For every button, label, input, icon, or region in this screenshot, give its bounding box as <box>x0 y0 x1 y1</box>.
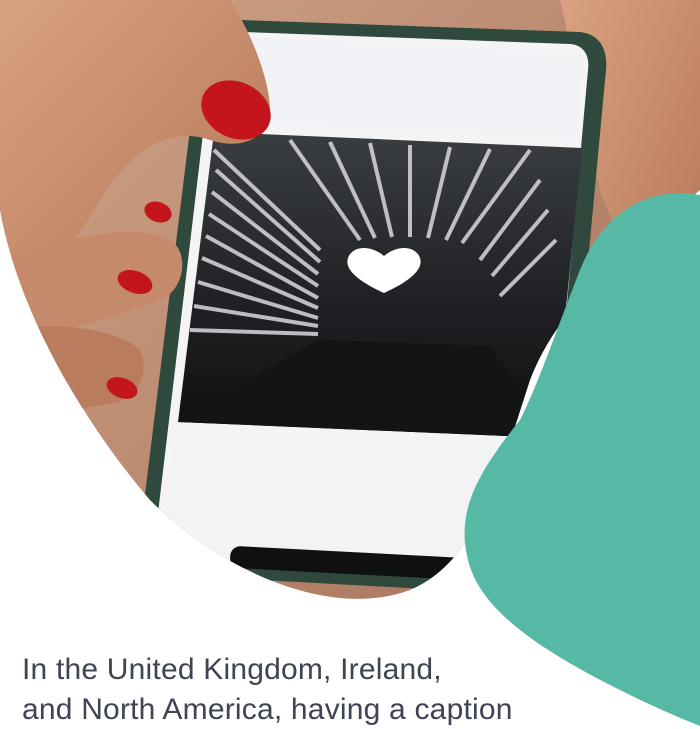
hero-illustration <box>0 0 700 727</box>
article-body-text: In the United Kingdom, Ireland, and Nort… <box>22 650 682 729</box>
body-line: In the United Kingdom, Ireland, <box>22 653 442 686</box>
body-line: and North America, having a caption <box>22 693 513 726</box>
